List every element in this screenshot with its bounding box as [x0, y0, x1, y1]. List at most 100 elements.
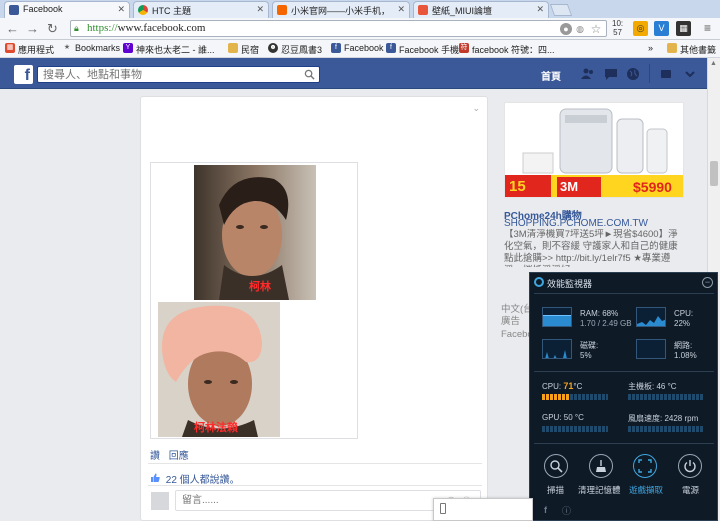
extension-v-icon[interactable]: V: [654, 21, 669, 36]
bookmark-other[interactable]: 其他書籤: [667, 43, 716, 56]
tab-miui[interactable]: 壁紙_MIUI論壇 ✕: [413, 1, 549, 18]
network-usage: 網路: 1.08%: [674, 341, 697, 360]
lightbulb-icon[interactable]: ◍: [574, 23, 586, 35]
scan-button[interactable]: [544, 454, 568, 478]
post-actions: 讚 回應: [150, 447, 189, 462]
chevron-down-icon[interactable]: ⌄: [472, 103, 480, 114]
scroll-thumb[interactable]: [710, 161, 718, 186]
mi-icon: [277, 5, 287, 15]
bookmark-shenlai[interactable]: Y 神來也太老二 - 誰...: [123, 43, 215, 56]
privacy-shortcuts-icon[interactable]: [659, 67, 673, 81]
cpu-usage: CPU: 22%: [674, 309, 694, 328]
symbol-icon: 符: [459, 43, 469, 53]
power-button[interactable]: [678, 454, 702, 478]
menu-icon[interactable]: ≡: [700, 21, 715, 36]
like-link[interactable]: 讚: [150, 451, 160, 462]
messages-icon[interactable]: [604, 67, 618, 81]
extension-dark-icon[interactable]: ▦: [676, 21, 691, 36]
disk-graph-chart: [545, 350, 567, 358]
ad-description: 【3M清淨機買7坪送5坪►現省$4600】淨化空氣，則不容緩 守護家人和自己的健…: [504, 229, 678, 267]
bookmark-facebook-mobile[interactable]: f Facebook 手機: [386, 43, 459, 56]
post-photo[interactable]: 柯林 柯林法賴: [150, 162, 358, 439]
reload-icon[interactable]: ↻: [47, 21, 58, 37]
extension-icon[interactable]: ●: [560, 23, 572, 35]
reply-link[interactable]: 回應: [169, 451, 189, 462]
cpu-temp-bar-rest: [570, 394, 608, 400]
bookmark-minsu[interactable]: 民宿: [228, 43, 259, 56]
monitor-title: 效能監視器: [534, 277, 592, 290]
info-icon[interactable]: ⓘ: [562, 504, 571, 517]
fan-speed-bar: [628, 426, 704, 432]
game-capture-button[interactable]: [633, 454, 657, 478]
ad-price-text: $5990: [633, 179, 672, 195]
bookmark-apps[interactable]: ▦ 應用程式: [5, 43, 54, 56]
friend-requests-icon[interactable]: [581, 67, 595, 81]
bookmarks-bar: ▦ 應用程式 ★ Bookmarks Y 神來也太老二 - 誰... 民宿 ☻ 忍豆鳳書…: [0, 40, 720, 58]
disk-graph: [542, 339, 572, 359]
ads-link[interactable]: 廣告: [501, 313, 520, 327]
tab-facebook[interactable]: Facebook ✕: [4, 1, 130, 18]
back-arrow-icon[interactable]: ←: [6, 21, 19, 36]
clean-memory-button[interactable]: [589, 454, 613, 478]
tab-xiaomi[interactable]: 小米官网——小米手机， ✕: [272, 1, 410, 18]
notification-popup[interactable]: [433, 498, 533, 521]
photo-top: 柯林: [194, 165, 316, 300]
scroll-up-icon[interactable]: ▲: [710, 60, 717, 67]
facebook-logo[interactable]: f: [14, 65, 33, 84]
search-icon[interactable]: [304, 69, 315, 80]
minimize-icon[interactable]: −: [702, 277, 713, 288]
ad-image[interactable]: 15 3M $5990: [504, 102, 684, 198]
forward-arrow-icon[interactable]: →: [26, 21, 39, 36]
cpu-temp-bar-fill: [542, 394, 570, 400]
browser-toolbar: ← → ↻ 🔒︎ https://www.facebook.com ● ◍ ☆ …: [0, 18, 720, 40]
broom-icon: [596, 460, 606, 472]
footer-link[interactable]: Facebo: [501, 329, 533, 340]
cpu-graph: [636, 307, 666, 327]
fan-speed: 風扇速度: 2428 rpm: [628, 414, 699, 423]
search-input[interactable]: [38, 67, 298, 82]
cpu-temperature: CPU: 71°C: [542, 381, 583, 391]
avatar: [151, 492, 169, 510]
close-icon[interactable]: ✕: [117, 4, 125, 15]
phone-icon: [440, 503, 446, 514]
game-capture-label: 遊戲擷取: [629, 485, 664, 495]
new-tab-button[interactable]: [549, 4, 573, 16]
star-icon[interactable]: ☆: [590, 23, 602, 35]
clock-widget: 10: 57: [612, 19, 623, 37]
facebook-icon[interactable]: f: [544, 505, 547, 515]
like-summary[interactable]: 22 個人都說讚。: [150, 471, 240, 486]
photo-bottom: 柯林法賴: [158, 302, 280, 437]
bookmark-bookmarks[interactable]: ★ Bookmarks: [62, 43, 120, 53]
thumbs-up-icon: [151, 473, 160, 482]
clock-minute: 57: [613, 28, 623, 37]
clock-hour: 10:: [612, 19, 624, 28]
home-link[interactable]: 首頁: [541, 68, 561, 83]
ram-graph-chart: [543, 315, 571, 326]
ad-brand-text: 3M: [560, 179, 579, 194]
bookmarks-overflow[interactable]: »: [648, 43, 653, 53]
photo-caption-bottom: 柯林法賴: [194, 422, 238, 434]
facebook-icon: f: [331, 43, 341, 53]
bookmark-facebook[interactable]: f Facebook: [331, 43, 384, 53]
bookmark-rendou[interactable]: ☻ 忍豆鳳書3: [268, 43, 322, 56]
ad-site[interactable]: SHOPPING.PCHOME.COM.TW: [504, 218, 648, 229]
bookmark-facebook-symbols[interactable]: 符 facebook 符號：四...: [459, 43, 555, 56]
tab-htc-theme[interactable]: HTC 主題 ✕: [133, 1, 269, 18]
facebook-search[interactable]: [37, 66, 320, 83]
face-icon: ☻: [268, 43, 278, 53]
address-bar[interactable]: 🔒︎ https://www.facebook.com ● ◍ ☆: [70, 20, 607, 37]
close-icon[interactable]: ✕: [256, 4, 264, 15]
clean-memory-label: 清理記憶體: [578, 485, 621, 495]
close-icon[interactable]: ✕: [536, 4, 544, 15]
account-menu-icon[interactable]: [683, 67, 697, 81]
comment-input[interactable]: [176, 491, 406, 510]
power-label: 電源: [682, 485, 700, 495]
globe-icon[interactable]: [626, 67, 640, 81]
extension-orange-icon[interactable]: ◎: [633, 21, 648, 36]
chrome-icon: [138, 5, 148, 15]
network-graph: [636, 339, 666, 359]
close-icon[interactable]: ✕: [397, 4, 405, 15]
browser-tab-strip: Facebook ✕ HTC 主題 ✕ 小米官网——小米手机， ✕ 壁紙_MIU…: [0, 0, 720, 18]
monitor-divider: [534, 293, 714, 294]
tab-label: 壁紙_MIUI論壇: [432, 6, 493, 16]
